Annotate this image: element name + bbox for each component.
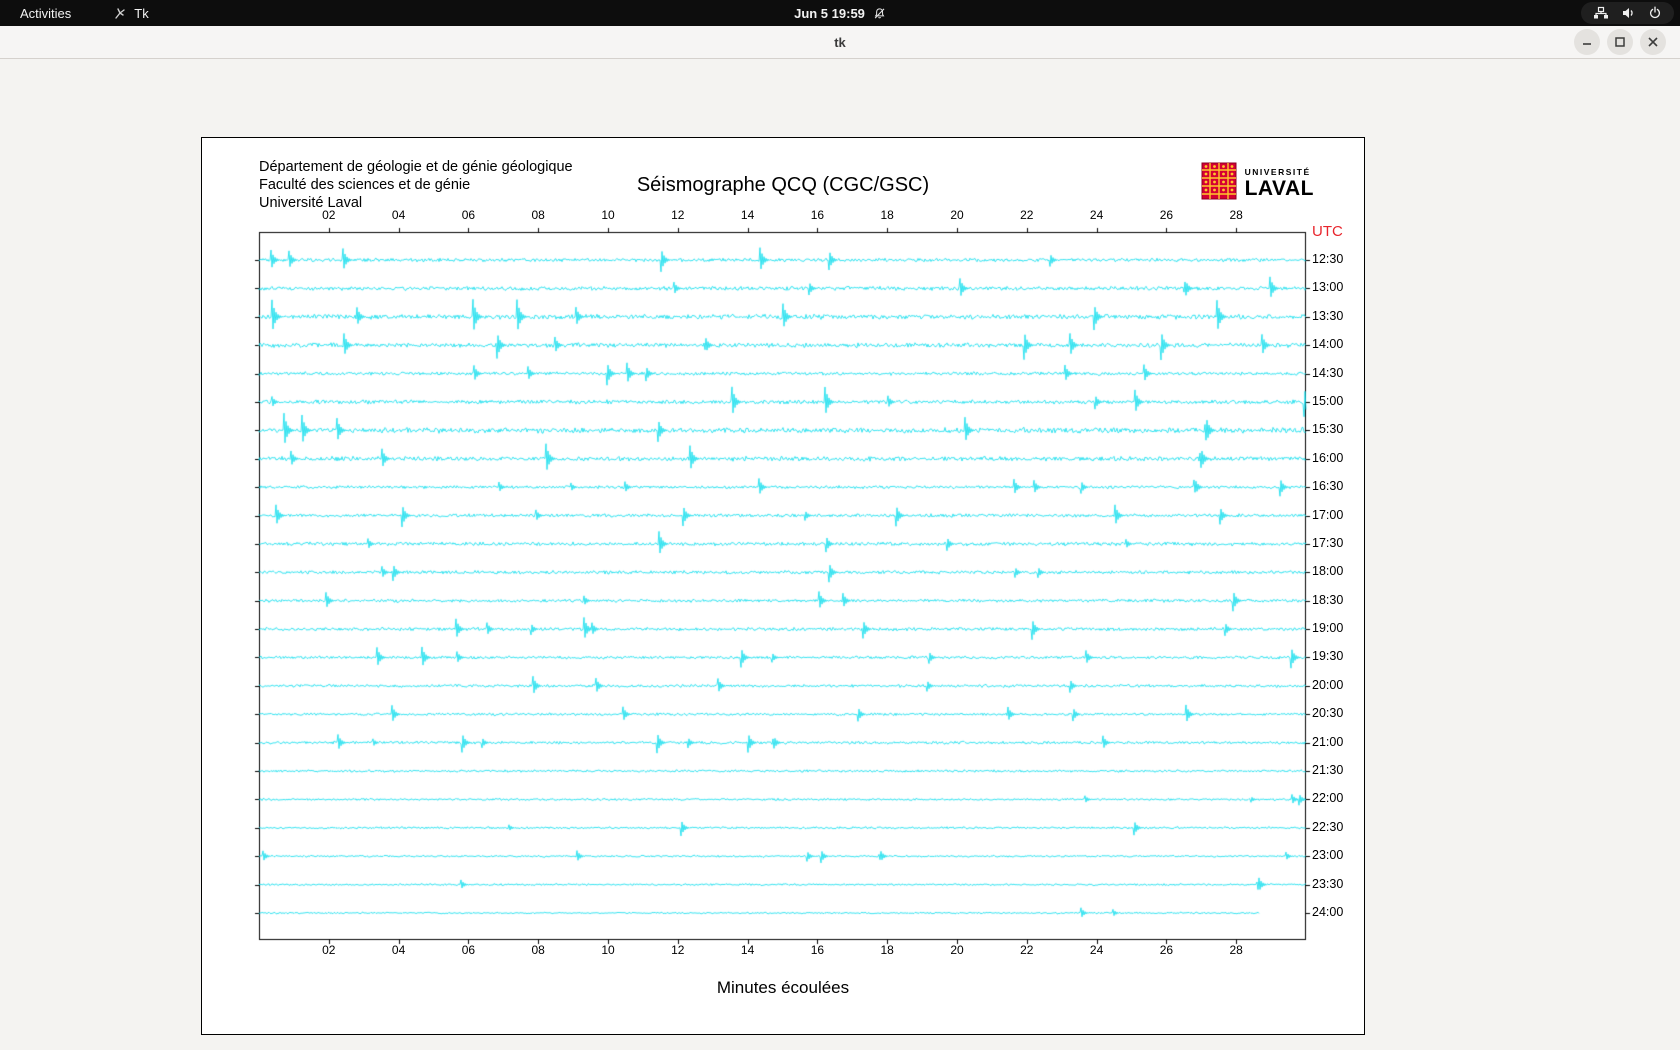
utc-time-label: 16:30: [1312, 479, 1344, 494]
x-tick-label-top: 12: [671, 208, 685, 222]
clock-label: Jun 5 19:59: [794, 5, 865, 21]
activities-label: Activities: [20, 5, 72, 21]
x-tick-label-bottom: 08: [531, 943, 545, 957]
utc-time-label: 17:30: [1312, 535, 1344, 550]
minimize-button[interactable]: [1574, 29, 1600, 55]
x-tick-label-top: 20: [950, 208, 964, 222]
utc-time-label: 19:00: [1312, 621, 1344, 636]
utc-time-label: 21:30: [1312, 763, 1344, 778]
x-tick-label-bottom: 04: [391, 943, 406, 957]
utc-time-label: 22:00: [1312, 791, 1344, 806]
x-tick-label-bottom: 16: [810, 943, 825, 957]
utc-time-label: 18:00: [1312, 564, 1344, 579]
utc-time-label: 18:30: [1312, 592, 1344, 607]
utc-time-label: 24:00: [1312, 904, 1344, 919]
utc-time-label: 15:00: [1312, 393, 1344, 408]
utc-time-label: 15:30: [1312, 422, 1344, 437]
utc-time-label: 23:30: [1312, 876, 1344, 891]
x-tick-label-top: 16: [810, 208, 825, 222]
x-tick-label-top: 22: [1020, 208, 1034, 222]
logo-universite-text: UNIVERSITÉ: [1244, 166, 1311, 177]
utc-time-label: 17:00: [1312, 507, 1344, 522]
x-tick-label-bottom: 18: [880, 943, 894, 957]
utc-time-label: 20:30: [1312, 706, 1344, 721]
notifications-muted-icon: [873, 7, 886, 20]
x-tick-label-bottom: 20: [950, 943, 964, 957]
window-titlebar[interactable]: tk: [0, 26, 1680, 59]
seismograph-panel: Département de géologie et de génie géol…: [201, 137, 1365, 1035]
x-tick-label-bottom: 14: [740, 943, 755, 957]
utc-time-label: 19:30: [1312, 649, 1344, 664]
x-tick-label-bottom: 22: [1020, 943, 1034, 957]
utc-time-label: 13:00: [1312, 280, 1344, 295]
laval-shield-icon: [1201, 162, 1237, 205]
network-icon: [1593, 6, 1609, 20]
universite-laval-logo: UNIVERSITÉ LAVAL: [1201, 162, 1314, 205]
utc-time-label: 12:30: [1312, 252, 1344, 266]
x-tick-label-bottom: 24: [1089, 943, 1104, 957]
x-tick-label-top: 14: [740, 208, 755, 222]
logo-laval-text: LAVAL: [1244, 177, 1314, 201]
utc-time-label: 16:00: [1312, 450, 1344, 465]
app-menu-label: Tk: [134, 5, 149, 21]
x-tick-label-bottom: 06: [461, 943, 476, 957]
x-tick-label-top: 08: [531, 208, 545, 222]
app-menu[interactable]: Tk: [109, 0, 152, 26]
system-status-area[interactable]: [1581, 2, 1674, 24]
x-tick-label-top: 02: [322, 208, 336, 222]
utc-time-label: 14:30: [1312, 365, 1344, 380]
x-tick-label-top: 26: [1159, 208, 1174, 222]
plot-title: Séismographe QCQ (CGC/GSC): [636, 174, 930, 196]
power-icon: [1648, 6, 1662, 20]
activities-button[interactable]: Activities: [16, 0, 75, 26]
utc-time-label: 23:00: [1312, 848, 1344, 863]
x-tick-label-bottom: 12: [671, 943, 685, 957]
x-tick-label-bottom: 26: [1159, 943, 1174, 957]
x-tick-label-top: 06: [461, 208, 476, 222]
x-tick-label-bottom: 10: [601, 943, 615, 957]
tk-app-icon: [113, 6, 127, 20]
tk-window-content: Département de géologie et de génie géol…: [0, 59, 1680, 1050]
utc-time-label: 14:00: [1312, 337, 1344, 352]
x-tick-label-bottom: 28: [1229, 943, 1243, 957]
maximize-button[interactable]: [1607, 29, 1633, 55]
gnome-top-bar: Activities Tk Jun 5 19:59: [0, 0, 1680, 26]
utc-time-label: 13:30: [1312, 308, 1344, 323]
utc-axis-label: UTC: [1312, 223, 1343, 240]
x-tick-label-top: 28: [1229, 208, 1243, 222]
x-tick-label-bottom: 02: [322, 943, 336, 957]
utc-time-label: 21:00: [1312, 734, 1344, 749]
clock-menu[interactable]: Jun 5 19:59: [794, 6, 886, 21]
volume-icon: [1621, 6, 1636, 20]
x-tick-label-top: 04: [391, 208, 406, 222]
x-axis-title: Minutes écoulées: [716, 978, 850, 997]
close-button[interactable]: [1640, 29, 1666, 55]
x-tick-label-top: 18: [880, 208, 894, 222]
seismogram-canvas: [251, 224, 1314, 948]
utc-time-label: 20:00: [1312, 677, 1344, 692]
x-tick-label-top: 24: [1089, 208, 1104, 222]
utc-time-label: 22:30: [1312, 819, 1344, 834]
window-title: tk: [834, 34, 846, 50]
x-tick-label-top: 10: [601, 208, 615, 222]
screen: Activities Tk Jun 5 19:59 tk Département…: [0, 0, 1680, 1050]
